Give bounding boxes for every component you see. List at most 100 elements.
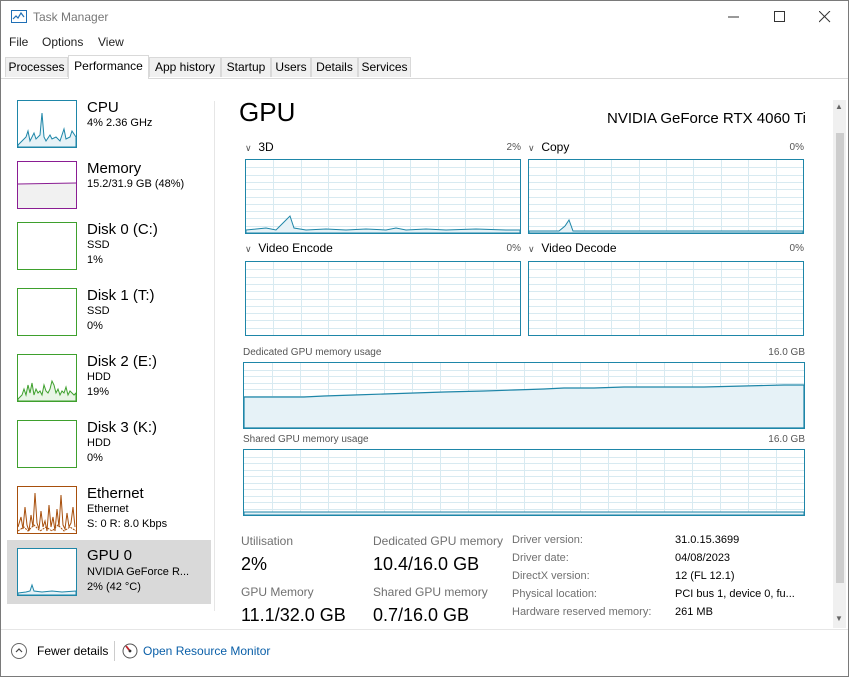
driver-version-value: 31.0.15.3699 (675, 534, 740, 546)
gpu-device-name: NVIDIA GeForce RTX 4060 Ti (607, 110, 806, 127)
menu-view[interactable]: View (98, 35, 124, 49)
utilisation-value: 2% (241, 554, 268, 574)
title-bar: Task Manager (1, 1, 848, 33)
hardware-reserved-memory-value: 261 MB (675, 606, 713, 618)
vertical-scrollbar[interactable]: ▲ ▼ (833, 100, 846, 628)
engine-selector-copy[interactable]: ∨ Copy (528, 140, 569, 154)
engine-label: Copy (541, 140, 570, 154)
tab-startup[interactable]: Startup (221, 57, 271, 77)
driver-date-value: 04/08/2023 (675, 552, 731, 564)
sidebar-item-detail: 1% (87, 254, 103, 266)
engine-selector-3d[interactable]: ∨ 3D (245, 140, 274, 154)
hardware-reserved-memory-label: Hardware reserved memory: (512, 606, 652, 618)
open-resource-monitor-link[interactable]: Open Resource Monitor (143, 644, 270, 658)
minimize-button[interactable] (711, 1, 757, 33)
sidebar-item-type: HDD (87, 371, 111, 383)
sidebar-item-detail: 2% (42 °C) (87, 581, 141, 593)
sidebar-item-type: SSD (87, 305, 110, 317)
driver-version-label: Driver version: (512, 534, 583, 546)
scrollbar-thumb[interactable] (836, 133, 844, 583)
engine-percent: 0% (789, 243, 804, 254)
disk-2-thumbnail (17, 354, 77, 402)
sidebar-item-detail: 0% (87, 320, 103, 332)
sidebar-item-disk-0[interactable]: Disk 0 (C:) SSD 1% (7, 218, 211, 282)
sidebar-item-cpu[interactable]: CPU 4% 2.36 GHz (7, 96, 211, 160)
chevron-down-icon: ∨ (245, 143, 252, 153)
menu-bar: File Options View (1, 33, 848, 53)
sidebar-item-label: Ethernet (87, 485, 144, 502)
directx-version-value: 12 (FL 12.1) (675, 570, 735, 582)
graph-video-decode (528, 261, 804, 336)
engine-label: Video Encode (258, 241, 333, 255)
close-icon (819, 11, 831, 23)
engine-percent: 0% (789, 142, 804, 153)
footer-divider (1, 629, 848, 630)
engine-selector-video-encode[interactable]: ∨ Video Encode (245, 241, 333, 255)
fewer-details-button[interactable]: Fewer details (37, 644, 108, 658)
memory-thumbnail (17, 161, 77, 209)
engine-percent: 0% (506, 243, 521, 254)
physical-location-label: Physical location: (512, 588, 597, 600)
tab-users[interactable]: Users (271, 57, 311, 77)
scroll-down-icon[interactable]: ▼ (835, 614, 843, 623)
resource-sidebar: CPU 4% 2.36 GHz Memory 15.2/31.9 GB (48%… (1, 80, 213, 628)
graph-shared-memory (243, 449, 805, 516)
graph-3d-plot (246, 160, 520, 233)
menu-file[interactable]: File (9, 35, 28, 49)
sidebar-item-gpu-0[interactable]: GPU 0 NVIDIA GeForce R... 2% (42 °C) (7, 540, 211, 604)
sidebar-item-label: Memory (87, 160, 142, 177)
window-title: Task Manager (33, 10, 109, 24)
maximize-button[interactable] (757, 1, 803, 33)
sidebar-item-disk-1[interactable]: Disk 1 (T:) SSD 0% (7, 284, 211, 348)
footer-separator (114, 641, 115, 661)
tab-details[interactable]: Details (311, 57, 358, 77)
menu-options[interactable]: Options (42, 35, 83, 49)
sidebar-item-ethernet[interactable]: Ethernet Ethernet S: 0 R: 8.0 Kbps (7, 482, 211, 546)
disk-3-thumbnail (17, 420, 77, 468)
dedicated-memory-max: 16.0 GB (768, 347, 805, 358)
sidebar-item-detail: 4% 2.36 GHz (87, 117, 153, 129)
graph-video-decode-plot (529, 262, 803, 335)
tab-performance[interactable]: Performance (68, 55, 149, 79)
sidebar-item-type: SSD (87, 239, 110, 251)
engine-selector-video-decode[interactable]: ∨ Video Decode (528, 241, 617, 255)
dedicated-gpu-memory-label: Dedicated GPU memory (373, 534, 504, 548)
sidebar-item-detail: 0% (87, 452, 103, 464)
sidebar-item-type: NVIDIA GeForce R... (87, 566, 190, 578)
shared-memory-max: 16.0 GB (768, 434, 805, 445)
sidebar-item-disk-3[interactable]: Disk 3 (K:) HDD 0% (7, 416, 211, 480)
chevron-down-icon: ∨ (528, 143, 535, 153)
graph-dedicated-memory-plot (244, 363, 804, 428)
dedicated-gpu-memory-value: 10.4/16.0 GB (373, 554, 480, 574)
fewer-details-icon[interactable] (11, 643, 27, 659)
disk-0-thumbnail (17, 222, 77, 270)
graph-copy-plot (529, 160, 803, 233)
close-button[interactable] (802, 1, 848, 33)
shared-gpu-memory-label: Shared GPU memory (373, 585, 488, 599)
resource-monitor-icon[interactable] (122, 643, 138, 659)
graph-dedicated-memory (243, 362, 805, 429)
shared-memory-label: Shared GPU memory usage (243, 434, 369, 445)
engine-label: 3D (258, 140, 274, 154)
directx-version-label: DirectX version: (512, 570, 590, 582)
tab-processes[interactable]: Processes (5, 57, 68, 77)
graph-shared-memory-plot (244, 450, 804, 515)
tab-services[interactable]: Services (358, 57, 411, 77)
chevron-down-icon: ∨ (528, 244, 535, 254)
graph-copy (528, 159, 804, 234)
page-title: GPU (239, 97, 296, 127)
graph-3d (245, 159, 521, 234)
tab-app-history[interactable]: App history (149, 57, 221, 77)
driver-date-label: Driver date: (512, 552, 569, 564)
physical-location-value: PCI bus 1, device 0, fu... (675, 588, 795, 600)
graph-video-encode (245, 261, 521, 336)
sidebar-item-label: Disk 1 (T:) (87, 287, 155, 304)
sidebar-item-disk-2[interactable]: Disk 2 (E:) HDD 19% (7, 350, 211, 414)
chevron-down-icon: ∨ (245, 244, 252, 254)
sidebar-item-label: Disk 0 (C:) (87, 221, 158, 238)
sidebar-item-memory[interactable]: Memory 15.2/31.9 GB (48%) (7, 157, 211, 221)
ethernet-thumbnail (17, 486, 77, 534)
sidebar-item-detail: 15.2/31.9 GB (48%) (87, 178, 185, 190)
sidebar-item-label: CPU (87, 99, 119, 116)
scroll-up-icon[interactable]: ▲ (835, 102, 843, 111)
